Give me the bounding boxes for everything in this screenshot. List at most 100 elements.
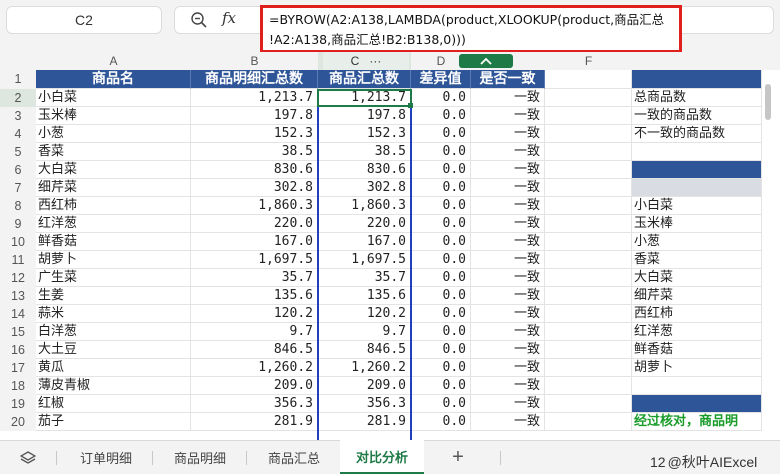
cell-is-consistent[interactable]: 一致	[471, 251, 545, 269]
row-header[interactable]: 13	[0, 287, 36, 305]
cell-detail-total[interactable]: 220.0	[191, 215, 318, 233]
row-header[interactable]: 7	[0, 179, 36, 197]
side-cell[interactable]: 西红柿	[632, 305, 762, 323]
cell-f[interactable]	[545, 125, 632, 143]
row-header[interactable]: 6	[0, 161, 36, 179]
function-icon[interactable]: fx	[222, 9, 236, 27]
cell-summary-total[interactable]: 1,213.7	[318, 89, 411, 107]
cell-is-consistent[interactable]: 一致	[471, 377, 545, 395]
cell-detail-total[interactable]: 38.5	[191, 143, 318, 161]
cell-product-name[interactable]: 香菜	[36, 143, 191, 161]
cell-product-name[interactable]: 鲜香菇	[36, 233, 191, 251]
cell-is-consistent[interactable]: 一致	[471, 233, 545, 251]
cell-summary-total[interactable]: 197.8	[318, 107, 411, 125]
row-header[interactable]: 17	[0, 359, 36, 377]
cell-difference[interactable]: 0.0	[411, 413, 471, 431]
cell-product-name[interactable]: 大土豆	[36, 341, 191, 359]
cell-product-name[interactable]: 西红柿	[36, 197, 191, 215]
cell-detail-total[interactable]: 1,860.3	[191, 197, 318, 215]
cell-f[interactable]	[545, 287, 632, 305]
collapse-toggle-button[interactable]	[459, 54, 513, 68]
cell-product-name[interactable]: 红洋葱	[36, 215, 191, 233]
fill-handle[interactable]	[408, 103, 413, 108]
cell-is-consistent[interactable]: 一致	[471, 359, 545, 377]
cell-summary-total[interactable]: 209.0	[318, 377, 411, 395]
column-header-g[interactable]	[632, 52, 780, 70]
cell-product-name[interactable]: 白洋葱	[36, 323, 191, 341]
header-detail-total[interactable]: 商品明细汇总数	[191, 70, 318, 89]
cell-f[interactable]	[545, 359, 632, 377]
cell-summary-total[interactable]: 1,260.2	[318, 359, 411, 377]
side-cell[interactable]: 总商品数	[632, 89, 762, 107]
cell-is-consistent[interactable]: 一致	[471, 107, 545, 125]
layers-icon[interactable]	[20, 450, 36, 466]
cell-summary-total[interactable]: 9.7	[318, 323, 411, 341]
cell-f[interactable]	[545, 413, 632, 431]
cell-difference[interactable]: 0.0	[411, 359, 471, 377]
row-header[interactable]: 10	[0, 233, 36, 251]
cell-summary-total[interactable]: 152.3	[318, 125, 411, 143]
cell-is-consistent[interactable]: 一致	[471, 269, 545, 287]
cell-f[interactable]	[545, 269, 632, 287]
cell-f[interactable]	[545, 395, 632, 413]
cell-difference[interactable]: 0.0	[411, 215, 471, 233]
cell-product-name[interactable]: 黄瓜	[36, 359, 191, 377]
cell-detail-total[interactable]: 167.0	[191, 233, 318, 251]
row-header[interactable]: 15	[0, 323, 36, 341]
row-header[interactable]: 19	[0, 395, 36, 413]
cell-detail-total[interactable]: 9.7	[191, 323, 318, 341]
cell-difference[interactable]: 0.0	[411, 89, 471, 107]
cell-detail-total[interactable]: 120.2	[191, 305, 318, 323]
cell-is-consistent[interactable]: 一致	[471, 197, 545, 215]
side-cell[interactable]: 小葱	[632, 233, 762, 251]
side-cell[interactable]: 经过核对，商品明	[632, 413, 762, 431]
cell-summary-total[interactable]: 281.9	[318, 413, 411, 431]
cell-difference[interactable]: 0.0	[411, 341, 471, 359]
cell-detail-total[interactable]: 209.0	[191, 377, 318, 395]
row-header[interactable]: 5	[0, 143, 36, 161]
cell-detail-total[interactable]: 197.8	[191, 107, 318, 125]
cell-detail-total[interactable]: 302.8	[191, 179, 318, 197]
cell-summary-total[interactable]: 846.5	[318, 341, 411, 359]
column-header-f[interactable]: F	[545, 52, 632, 70]
cell-detail-total[interactable]: 135.6	[191, 287, 318, 305]
cell-f[interactable]	[545, 161, 632, 179]
cell-difference[interactable]: 0.0	[411, 107, 471, 125]
cell-f[interactable]	[545, 323, 632, 341]
header-is-consistent[interactable]: 是否一致	[471, 70, 545, 89]
row-header[interactable]: 8	[0, 197, 36, 215]
side-cell[interactable]	[632, 377, 762, 395]
tab-product-summary[interactable]: 商品汇总	[250, 440, 338, 474]
cell-product-name[interactable]: 红椒	[36, 395, 191, 413]
cell-f[interactable]	[545, 233, 632, 251]
cell-is-consistent[interactable]: 一致	[471, 413, 545, 431]
side-cell[interactable]: 小白菜	[632, 197, 762, 215]
cell-summary-total[interactable]: 35.7	[318, 269, 411, 287]
cell-difference[interactable]: 0.0	[411, 125, 471, 143]
cell-summary-total[interactable]: 167.0	[318, 233, 411, 251]
side-cell[interactable]: 不一致的商品数	[632, 125, 762, 143]
scrollbar-thumb[interactable]	[765, 84, 771, 120]
cell-is-consistent[interactable]: 一致	[471, 89, 545, 107]
cell-difference[interactable]: 0.0	[411, 251, 471, 269]
tab-order-detail[interactable]: 订单明细	[62, 440, 150, 474]
row-header[interactable]: 20	[0, 413, 36, 431]
cell-detail-total[interactable]: 1,213.7	[191, 89, 318, 107]
cell-summary-total[interactable]: 220.0	[318, 215, 411, 233]
side-cell[interactable]: 红洋葱	[632, 323, 762, 341]
side-cell[interactable]: 鲜香菇	[632, 341, 762, 359]
cell-is-consistent[interactable]: 一致	[471, 287, 545, 305]
spreadsheet-grid[interactable]: 商品名 商品明细汇总数 商品汇总数 差异值 是否一致 小白菜 1,213.7 1,2…	[36, 70, 762, 440]
side-cell[interactable]	[632, 161, 762, 179]
cell-summary-total[interactable]: 135.6	[318, 287, 411, 305]
cell-detail-total[interactable]: 281.9	[191, 413, 318, 431]
cell-difference[interactable]: 0.0	[411, 197, 471, 215]
cell-is-consistent[interactable]: 一致	[471, 179, 545, 197]
side-cell[interactable]	[632, 395, 762, 413]
cell-difference[interactable]: 0.0	[411, 377, 471, 395]
column-header-a[interactable]: A	[36, 52, 191, 70]
side-cell[interactable]: 一致的商品数	[632, 107, 762, 125]
side-cell[interactable]: 香菜	[632, 251, 762, 269]
cell-f[interactable]	[545, 251, 632, 269]
zoom-out-icon[interactable]	[190, 11, 208, 29]
